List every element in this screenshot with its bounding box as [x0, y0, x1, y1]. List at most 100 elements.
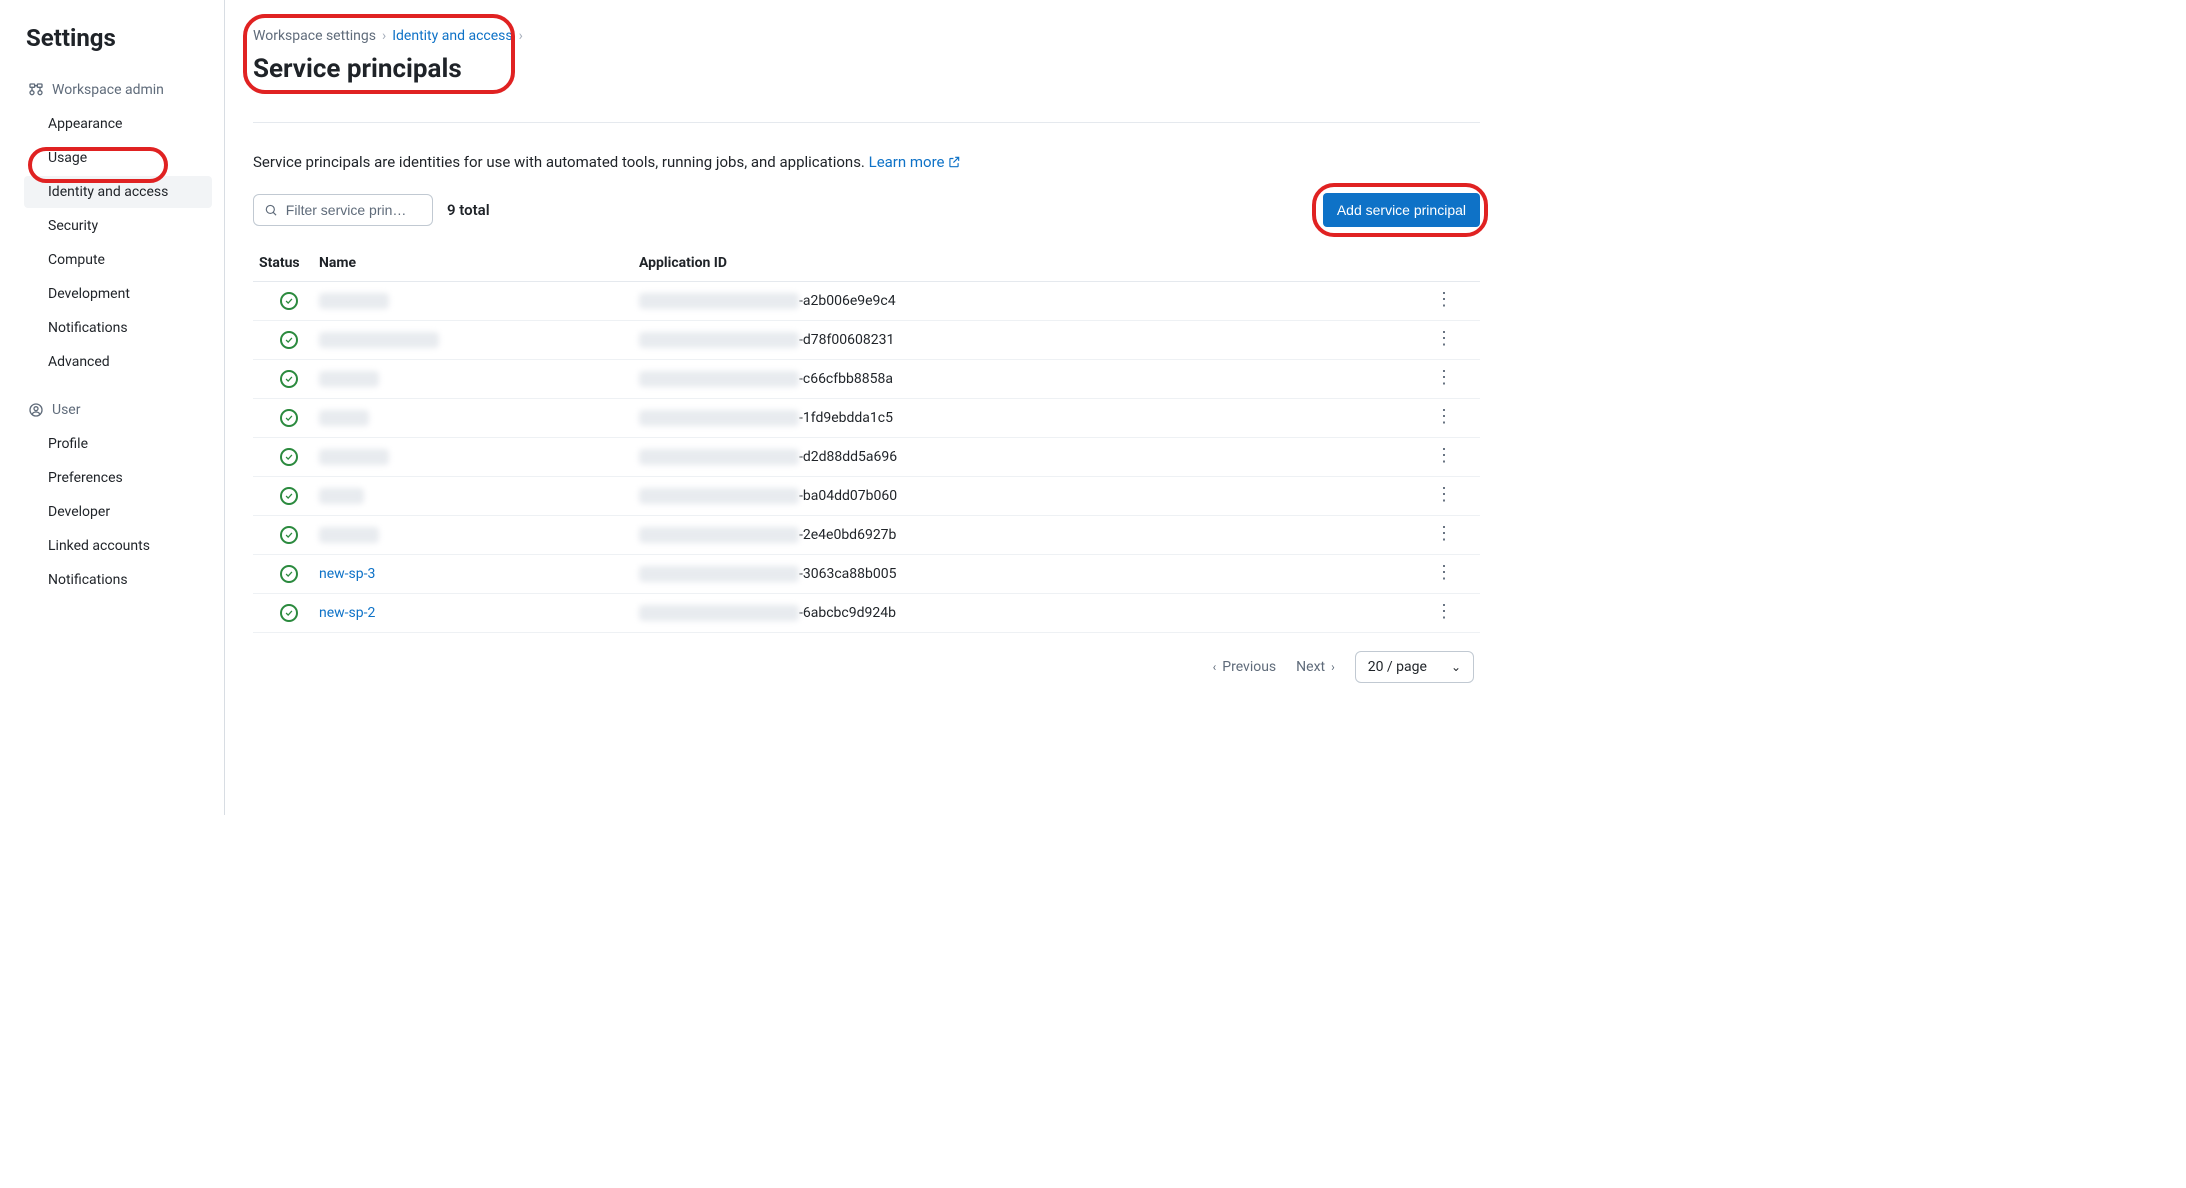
redacted-appid-prefix	[639, 449, 799, 465]
filter-input-container[interactable]	[253, 194, 433, 226]
filter-input[interactable]	[286, 202, 422, 218]
name-cell: new-sp-2	[319, 605, 639, 621]
sidebar-item-appearance[interactable]: Appearance	[24, 108, 212, 140]
name-cell	[319, 371, 639, 387]
kebab-icon	[1435, 532, 1453, 537]
column-header-name[interactable]: Name	[319, 255, 639, 271]
previous-button[interactable]: ‹ Previous	[1213, 659, 1277, 675]
page-title: Service principals	[253, 54, 1480, 84]
next-label: Next	[1296, 659, 1325, 675]
page-size-label: 20 / page	[1368, 659, 1427, 675]
row-actions-button[interactable]	[1434, 449, 1454, 465]
user-icon	[28, 402, 44, 418]
row-actions-button[interactable]	[1434, 488, 1454, 504]
sidebar-item-developer[interactable]: Developer	[24, 496, 212, 528]
sidebar-item-compute[interactable]: Compute	[24, 244, 212, 276]
description-text: Service principals are identities for us…	[253, 153, 869, 171]
name-cell	[319, 293, 639, 309]
total-count: 9 total	[447, 201, 490, 219]
previous-label: Previous	[1222, 659, 1276, 675]
appid-suffix: -1fd9ebdda1c5	[799, 410, 893, 426]
status-cell	[259, 448, 319, 466]
sidebar-item-notifications[interactable]: Notifications	[24, 564, 212, 596]
table-row: new-sp-3 -3063ca88b005	[253, 555, 1480, 594]
table-row: -d78f00608231	[253, 321, 1480, 360]
redacted-name	[319, 410, 369, 426]
appid-cell: -d78f00608231	[639, 332, 1434, 348]
name-cell	[319, 410, 639, 426]
add-service-principal-button[interactable]: Add service principal	[1323, 193, 1480, 227]
sidebar-item-advanced[interactable]: Advanced	[24, 346, 212, 378]
row-actions-button[interactable]	[1434, 332, 1454, 348]
sidebar-section-label: User	[52, 402, 80, 418]
appid-suffix: -c66cfbb8858a	[799, 371, 893, 387]
redacted-name	[319, 371, 379, 387]
appid-cell: -d2d88dd5a696	[639, 449, 1434, 465]
sidebar-section-label: Workspace admin	[52, 82, 164, 98]
status-active-icon	[280, 331, 298, 349]
row-actions-button[interactable]	[1434, 371, 1454, 387]
service-principal-link[interactable]: new-sp-3	[319, 566, 375, 582]
sidebar-item-preferences[interactable]: Preferences	[24, 462, 212, 494]
appid-suffix: -3063ca88b005	[799, 566, 897, 582]
appid-cell: -6abcbc9d924b	[639, 605, 1434, 621]
sidebar-item-development[interactable]: Development	[24, 278, 212, 310]
service-principal-link[interactable]: new-sp-2	[319, 605, 375, 621]
kebab-icon	[1435, 493, 1453, 498]
sidebar-item-security[interactable]: Security	[24, 210, 212, 242]
status-active-icon	[280, 526, 298, 544]
status-cell	[259, 487, 319, 505]
chevron-left-icon: ‹	[1213, 660, 1217, 674]
chevron-right-icon: ›	[519, 28, 523, 44]
row-actions-button[interactable]	[1434, 605, 1454, 621]
status-active-icon	[280, 487, 298, 505]
status-active-icon	[280, 370, 298, 388]
redacted-appid-prefix	[639, 605, 799, 621]
name-cell: new-sp-3	[319, 566, 639, 582]
appid-suffix: -6abcbc9d924b	[799, 605, 896, 621]
breadcrumb-item[interactable]: Workspace settings	[253, 28, 376, 44]
table-row: new-sp-2 -6abcbc9d924b	[253, 594, 1480, 633]
column-header-appid[interactable]: Application ID	[639, 255, 1434, 271]
appid-cell: -a2b006e9e9c4	[639, 293, 1434, 309]
name-cell	[319, 527, 639, 543]
sidebar-item-notifications[interactable]: Notifications	[24, 312, 212, 344]
column-header-status[interactable]: Status	[259, 255, 319, 271]
sidebar-title: Settings	[24, 24, 212, 52]
redacted-name	[319, 527, 379, 543]
sidebar-item-identity-and-access[interactable]: Identity and access	[24, 176, 212, 208]
redacted-appid-prefix	[639, 566, 799, 582]
next-button[interactable]: Next ›	[1296, 659, 1335, 675]
settings-sidebar: Settings Workspace admin AppearanceUsage…	[0, 0, 225, 815]
chevron-right-icon: ›	[1331, 660, 1335, 674]
table-row: -a2b006e9e9c4	[253, 282, 1480, 321]
redacted-name	[319, 488, 364, 504]
status-cell	[259, 604, 319, 622]
main-content: Workspace settings › Identity and access…	[225, 0, 1500, 815]
name-cell	[319, 449, 639, 465]
row-actions-button[interactable]	[1434, 527, 1454, 543]
learn-more-link[interactable]: Learn more	[869, 153, 961, 171]
sidebar-item-linked-accounts[interactable]: Linked accounts	[24, 530, 212, 562]
appid-suffix: -a2b006e9e9c4	[799, 293, 896, 309]
sidebar-item-profile[interactable]: Profile	[24, 428, 212, 460]
appid-cell: -2e4e0bd6927b	[639, 527, 1434, 543]
page-size-select[interactable]: 20 / page ⌄	[1355, 651, 1474, 683]
kebab-icon	[1435, 454, 1453, 459]
sidebar-item-usage[interactable]: Usage	[24, 142, 212, 174]
breadcrumbs: Workspace settings › Identity and access…	[253, 28, 1480, 44]
row-actions-button[interactable]	[1434, 566, 1454, 582]
kebab-icon	[1435, 337, 1453, 342]
row-actions-button[interactable]	[1434, 410, 1454, 426]
name-cell	[319, 332, 639, 348]
appid-suffix: -d78f00608231	[799, 332, 894, 348]
breadcrumb-item[interactable]: Identity and access	[392, 28, 512, 44]
external-link-icon	[947, 155, 961, 173]
kebab-icon	[1435, 571, 1453, 576]
table-row: -d2d88dd5a696	[253, 438, 1480, 477]
table-row: -ba04dd07b060	[253, 477, 1480, 516]
row-actions-button[interactable]	[1434, 293, 1454, 309]
appid-cell: -3063ca88b005	[639, 566, 1434, 582]
redacted-appid-prefix	[639, 410, 799, 426]
chevron-right-icon: ›	[382, 28, 386, 44]
